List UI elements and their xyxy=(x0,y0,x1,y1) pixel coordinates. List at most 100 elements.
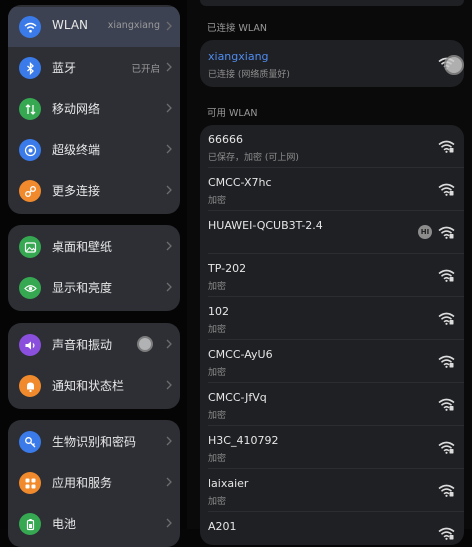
network-status: 加密 xyxy=(208,282,227,292)
sidebar-item[interactable]: 移动网络 xyxy=(8,89,180,129)
network-status: 加密 xyxy=(208,368,227,378)
network-item[interactable]: 66666 已保存，加密 (可上网) xyxy=(200,125,464,168)
sidebar-item-label: 显示和亮度 xyxy=(52,281,113,295)
wifi-signal-icon xyxy=(438,441,455,454)
connected-wlan-header: 已连接 WLAN xyxy=(207,23,268,34)
connected-network-status: 已连接 (网络质量好) xyxy=(208,70,290,80)
chevron-right-icon xyxy=(166,241,172,251)
wifi-signal-icon xyxy=(438,312,455,325)
sidebar-item-value: 已开启 xyxy=(131,64,160,75)
sidebar-item-label: 电池 xyxy=(52,517,77,531)
sidebar-item[interactable]: WLAN xiangxiang xyxy=(8,7,180,47)
sidebar-item-label: 蓝牙 xyxy=(52,61,77,75)
network-status: 加密 xyxy=(208,411,227,421)
network-name: CMCC-JfVq xyxy=(208,391,267,404)
network-item[interactable]: CMCC-JfVq 加密 xyxy=(200,383,464,426)
sidebar-item[interactable]: 电池 xyxy=(8,504,180,544)
network-item[interactable]: CMCC-AyU6 加密 xyxy=(200,340,464,383)
battery-icon xyxy=(19,513,41,535)
settings-group: WLAN xiangxiang 蓝牙 已开启移动网络超级终端更多连接 xyxy=(8,5,180,214)
network-name: TP-202 xyxy=(208,262,247,275)
network-item[interactable]: TP-202 加密 xyxy=(200,254,464,297)
sound-icon xyxy=(19,334,41,356)
network-name: H3C_410792 xyxy=(208,434,279,447)
wifi-signal-icon xyxy=(438,226,455,239)
sidebar-item[interactable]: 更多连接 xyxy=(8,171,180,211)
sidebar-item[interactable]: 显示和亮度 xyxy=(8,268,180,308)
wifi-signal-icon xyxy=(438,140,455,153)
network-name: CMCC-X7hc xyxy=(208,176,272,189)
wallpaper-icon xyxy=(19,236,41,258)
wlan-panel: 已连接 WLAN xiangxiang 已连接 (网络质量好) 可用 WLAN … xyxy=(187,0,472,545)
wifi-signal-icon xyxy=(438,398,455,411)
network-name: A201 xyxy=(208,520,237,533)
sidebar-item-label: 更多连接 xyxy=(52,184,101,198)
mobile-network-icon xyxy=(19,98,41,120)
wifi-signal-icon xyxy=(438,269,455,282)
super-device-icon xyxy=(19,139,41,161)
available-networks-list: 66666 已保存，加密 (可上网) CMCC-X7hc 加密 HUAWEI-QCUB3… xyxy=(200,125,464,545)
network-name: laixaier xyxy=(208,477,249,490)
network-status: 加密 xyxy=(208,196,227,206)
settings-sidebar: WLAN xiangxiang 蓝牙 已开启移动网络超级终端更多连接桌面和壁纸显示和亮… xyxy=(0,0,187,547)
display-icon xyxy=(19,277,41,299)
sidebar-item-label: 声音和振动 xyxy=(52,338,113,352)
network-item[interactable]: HUAWEI-QCUB3T-2.4 HI xyxy=(200,211,464,254)
chevron-right-icon xyxy=(166,103,172,113)
chevron-right-icon xyxy=(166,185,172,195)
network-name: 66666 xyxy=(208,133,243,146)
chevron-right-icon xyxy=(166,62,172,72)
sidebar-item-label: 超级终端 xyxy=(52,143,101,157)
touch-indicator xyxy=(444,55,464,75)
chevron-right-icon xyxy=(166,144,172,154)
wifi-signal-icon xyxy=(438,484,455,497)
sidebar-item-label: 应用和服务 xyxy=(52,476,113,490)
network-item[interactable]: laixaier 加密 xyxy=(200,469,464,512)
chevron-right-icon xyxy=(166,380,172,390)
chevron-right-icon xyxy=(166,436,172,446)
network-name: CMCC-AyU6 xyxy=(208,348,273,361)
network-item[interactable]: H3C_410792 加密 xyxy=(200,426,464,469)
more-connections-icon xyxy=(19,180,41,202)
wifi-standard-badge-icon: HI xyxy=(418,225,432,239)
bluetooth-icon xyxy=(19,57,41,79)
sidebar-item-label: 生物识别和密码 xyxy=(52,435,137,449)
top-card-edge xyxy=(200,0,464,6)
wifi-signal-icon xyxy=(438,355,455,368)
sidebar-item-label: 移动网络 xyxy=(52,102,101,116)
network-status: 加密 xyxy=(208,325,227,335)
sidebar-item[interactable]: 桌面和壁纸 xyxy=(8,227,180,267)
connected-network-card[interactable]: xiangxiang 已连接 (网络质量好) xyxy=(200,40,464,87)
notification-icon xyxy=(19,375,41,397)
chevron-right-icon xyxy=(166,339,172,349)
chevron-right-icon xyxy=(166,477,172,487)
apps-icon xyxy=(19,472,41,494)
available-wlan-header: 可用 WLAN xyxy=(207,108,258,119)
sidebar-item[interactable]: 蓝牙 已开启 xyxy=(8,48,180,88)
network-status: 加密 xyxy=(208,497,227,507)
settings-group: 桌面和壁纸显示和亮度 xyxy=(8,225,180,311)
network-status: 已保存，加密 (可上网) xyxy=(208,153,299,163)
wifi-signal-icon xyxy=(438,183,455,196)
sidebar-item[interactable]: 通知和状态栏 xyxy=(8,366,180,406)
chevron-right-icon xyxy=(166,21,172,31)
network-status: 加密 xyxy=(208,454,227,464)
network-name: HUAWEI-QCUB3T-2.4 xyxy=(208,219,323,232)
network-name: 102 xyxy=(208,305,229,318)
connected-network-name: xiangxiang xyxy=(208,50,269,63)
sidebar-item[interactable]: 声音和振动 xyxy=(8,325,180,365)
settings-group: 声音和振动通知和状态栏 xyxy=(8,323,180,409)
sidebar-item[interactable]: 应用和服务 xyxy=(8,463,180,503)
network-item[interactable]: CMCC-X7hc 加密 xyxy=(200,168,464,211)
sidebar-item-label: 通知和状态栏 xyxy=(52,379,125,393)
key-icon xyxy=(19,431,41,453)
network-item[interactable]: 102 加密 xyxy=(200,297,464,340)
sidebar-item[interactable]: 生物识别和密码 xyxy=(8,422,180,462)
touch-indicator xyxy=(137,336,153,352)
chevron-right-icon xyxy=(166,282,172,292)
settings-group: 生物识别和密码 应用和服务电池 xyxy=(8,420,180,547)
sidebar-item-value: xiangxiang xyxy=(107,20,160,31)
sidebar-item-label: 桌面和壁纸 xyxy=(52,240,113,254)
sidebar-item[interactable]: 超级终端 xyxy=(8,130,180,170)
wifi-icon xyxy=(19,16,41,38)
